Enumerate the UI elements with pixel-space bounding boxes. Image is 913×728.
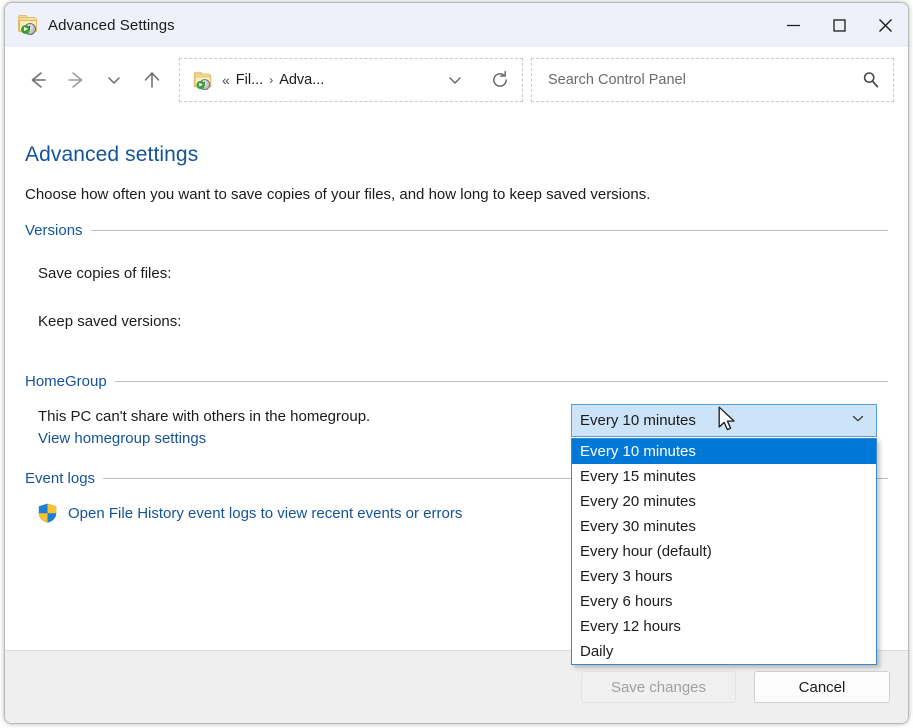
forward-button[interactable] [57,61,95,99]
breadcrumb: « Fil... › Adva... [220,72,324,88]
title-bar: Advanced Settings [5,3,908,47]
page-title: Advanced settings [25,143,888,167]
row-keep-saved-versions: Keep saved versions: [25,307,888,335]
address-chevron-down-icon[interactable] [436,70,474,90]
chevron-down-icon[interactable] [850,410,866,431]
row-save-copies-of-files: Save copies of files: [25,259,888,287]
maximize-button[interactable] [816,3,862,47]
dropdown-option[interactable]: Every 15 minutes [572,464,876,489]
group-divider [115,381,888,382]
combobox-dropdown-list[interactable]: Every 10 minutes Every 15 minutes Every … [571,438,877,665]
dropdown-option[interactable]: Every 30 minutes [572,514,876,539]
dropdown-option[interactable]: Every 10 minutes [572,439,876,464]
group-label-versions: Versions [25,222,83,239]
window-title: Advanced Settings [48,17,175,34]
dropdown-option[interactable]: Every 6 hours [572,589,876,614]
combobox-button[interactable]: Every 10 minutes [571,404,877,437]
up-button[interactable] [133,61,171,99]
cancel-button[interactable]: Cancel [754,671,890,703]
save-copies-of-files-combobox: Every 10 minutes Every 10 minutes Every … [571,404,877,665]
dropdown-option[interactable]: Every 20 minutes [572,489,876,514]
dropdown-option[interactable]: Every 3 hours [572,564,876,589]
content-area: Advanced settings Choose how often you w… [5,143,908,724]
combobox-value: Every 10 minutes [580,412,696,429]
search-box[interactable] [531,58,894,102]
window-controls [770,3,908,47]
label-save-copies-of-files: Save copies of files: [38,265,568,282]
breadcrumb-item-1[interactable]: Adva... [279,72,324,88]
breadcrumb-separator: › [269,73,273,87]
file-history-folder-icon [17,14,39,36]
recent-locations-button[interactable] [95,61,133,99]
advanced-settings-window: Advanced Settings [4,2,909,724]
search-input[interactable] [546,58,849,102]
label-keep-saved-versions: Keep saved versions: [38,313,568,330]
address-bar[interactable]: « Fil... › Adva... [179,58,523,102]
uac-shield-icon [38,503,57,523]
navigation-toolbar: « Fil... › Adva... [5,47,908,113]
back-button[interactable] [19,61,57,99]
minimize-button[interactable] [770,3,816,47]
address-file-history-folder-icon [193,71,211,89]
group-label-homegroup: HomeGroup [25,373,107,390]
refresh-button[interactable] [478,69,522,91]
dropdown-option[interactable]: Every hour (default) [572,539,876,564]
breadcrumb-item-0[interactable]: Fil... [236,72,263,88]
open-file-history-event-logs-link[interactable]: Open File History event logs to view rec… [68,505,462,522]
group-header-homegroup: HomeGroup [25,373,888,390]
group-label-event-logs: Event logs [25,470,95,487]
close-button[interactable] [862,3,908,47]
search-icon[interactable] [849,70,893,90]
view-homegroup-settings-link[interactable]: View homegroup settings [38,430,206,447]
breadcrumb-overflow[interactable]: « [222,72,230,88]
group-header-versions: Versions [25,222,888,239]
dropdown-option[interactable]: Daily [572,639,876,664]
page-description: Choose how often you want to save copies… [25,186,888,203]
group-divider [91,230,888,231]
save-changes-button: Save changes [581,671,736,703]
dropdown-option[interactable]: Every 12 hours [572,614,876,639]
